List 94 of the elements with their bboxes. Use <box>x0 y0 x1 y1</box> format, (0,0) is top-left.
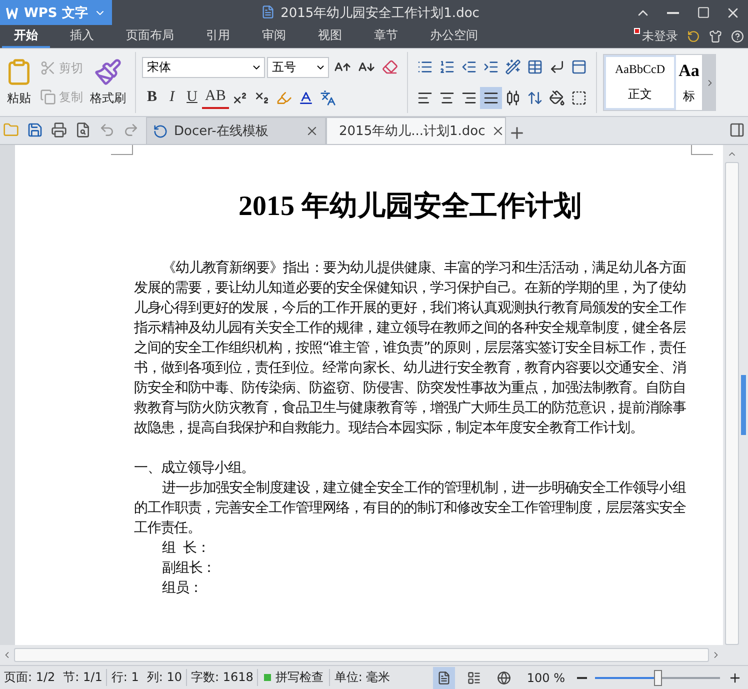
phonetic-guide-icon <box>320 90 336 106</box>
scissors-icon <box>40 60 56 76</box>
subscript-icon <box>254 90 270 106</box>
minimize-icon <box>667 12 679 14</box>
margin-corner-mark <box>691 145 713 155</box>
paintbrush-icon <box>94 58 122 86</box>
status-text: 字数: 1618 <box>186 669 258 686</box>
format-painter-button[interactable]: 格式刷 <box>87 58 129 107</box>
redo-icon <box>123 122 139 138</box>
font-family-select[interactable]: 宋体 <box>142 56 265 78</box>
tab-close-icon[interactable] <box>305 124 319 138</box>
status-text: 节: 1/1 <box>59 669 108 686</box>
align-justify-icon <box>483 90 499 106</box>
role-label: 组员： <box>161 579 204 598</box>
open-icon <box>3 122 19 138</box>
align-center-icon <box>439 90 455 106</box>
margin-corner-mark <box>111 145 133 155</box>
strike-button[interactable]: AB <box>202 86 229 109</box>
zoom-in-icon[interactable] <box>728 670 742 684</box>
style-sample: AaBbCcD <box>615 62 665 77</box>
role-label: 副组长： <box>161 559 217 578</box>
maximize-icon <box>696 6 710 19</box>
bullet-list-icon <box>417 59 433 76</box>
skin-icon <box>708 30 722 42</box>
shading-icon <box>549 90 565 106</box>
show-layout-icon <box>571 59 587 76</box>
login-button[interactable]: 未登录 <box>634 25 682 48</box>
section-heading: 一、成立领导小组。 <box>134 459 256 478</box>
page-view-icon <box>436 670 451 684</box>
unit-text: 单位: 毫米 <box>333 669 392 686</box>
status-text: 页面: 1/2 <box>3 669 56 686</box>
outline-view-icon <box>466 670 481 684</box>
style-label: 标 <box>683 88 695 104</box>
copy-icon <box>40 89 56 105</box>
print-icon <box>51 122 67 138</box>
paste-button[interactable]: 粘贴 <box>2 58 36 107</box>
menu-tab[interactable]: 办公空间 <box>418 25 490 48</box>
document-tab[interactable]: 2015年幼儿...计划1.doc <box>326 117 506 144</box>
increase-indent-icon <box>483 59 499 76</box>
text-effect-icon <box>505 59 521 76</box>
status-indicator-icon <box>264 674 272 681</box>
status-text: 列: 10 <box>142 669 187 686</box>
line-spacing-icon <box>527 90 543 106</box>
bold-button[interactable]: B <box>142 86 162 109</box>
menu-tab[interactable]: 视图 <box>306 25 354 48</box>
page-view-button[interactable] <box>432 666 455 688</box>
decrease-indent-icon <box>461 59 477 76</box>
style-label: 正文 <box>628 86 652 104</box>
align-left-icon <box>417 90 433 106</box>
menu-tab[interactable]: 插入 <box>58 25 106 48</box>
sync-icon <box>686 30 700 42</box>
highlighter-icon <box>276 90 292 106</box>
borders-icon <box>571 90 587 106</box>
print-preview-icon <box>75 122 91 138</box>
help-icon <box>730 30 744 42</box>
paragraph-mark-icon <box>549 59 565 76</box>
font-color-icon <box>298 90 314 106</box>
style-item[interactable]: AaBbCcD 正文 <box>604 55 676 110</box>
new-tab-icon <box>508 124 526 142</box>
align-distribute-icon <box>505 90 521 106</box>
style-sample: Aa <box>678 60 700 80</box>
menu-tab[interactable]: 审阅 <box>250 25 298 48</box>
menu-tab[interactable]: 页面布局 <box>114 25 186 48</box>
status-text: 行: 1 <box>110 669 140 686</box>
docer-logo-icon <box>153 124 168 138</box>
italic-button[interactable]: I <box>162 86 182 109</box>
font-size-select[interactable]: 五号 <box>267 56 329 78</box>
save-icon <box>27 122 43 138</box>
document-tab[interactable]: Docer-在线模板 <box>146 117 326 144</box>
align-right-icon <box>461 90 477 106</box>
spell-check-button[interactable]: 拼写检查 <box>258 669 330 686</box>
zoom-thumb[interactable] <box>654 670 662 686</box>
menu-tab[interactable]: 引用 <box>194 25 242 48</box>
body-paragraph: 《幼儿教育新纲要》指出：要为幼儿提供健康、丰富的学习和生活活动，满足幼儿各方面发展的需要，要让幼儿知道必要的安全保健知识，学习保护自己。在新的学期的里，为了使幼儿身心得到更好的发展，今后的工作开展的更好，我们将认真观测执行教育局颁发的安全工作指示精神及幼儿园有关安全工作的规律，建立领导在教师之间的各种安全规章制度，健全各层之间的安全工作组织机构，按照“谁主管，谁负责”的原则，层层落实签订安全目标工作，责任书，做到各项到位，责任到位。经常向家长、幼儿进行安全教育，教育内容要以交通安全、消防安全和防中毒、防传染病、防盗窃、防侵害、防突发性事故为重点，加强法制教育。自防自救教育与防火防灾教育，食品卫生与健康教育等，增强广大师生员工的防范意识，提前消除事故隐患，提高自我保护和自救能力。现结合本园实际，制定本年度安全教育工作计划。 <box>134 259 686 438</box>
document-title: 2015 年幼儿园安全工作计划 <box>238 190 582 224</box>
superscript-icon <box>232 90 248 106</box>
numbered-list-icon <box>439 59 455 76</box>
vertical-scroll-thumb[interactable] <box>725 162 739 645</box>
table-icon <box>527 59 543 76</box>
align-justify-button[interactable] <box>480 86 502 109</box>
body-paragraph: 进一步加强安全制度建设，建立健全安全工作的管理机制，进一步明确安全工作领导小组的工作职责，完善安全工作管理网络，有目的的制订和修改安全工作管理制度，层层落实安全工作责任。 <box>134 479 686 538</box>
window-title: 2015年幼儿园安全工作计划1.doc <box>112 4 628 22</box>
side-panel-handle[interactable] <box>741 375 746 435</box>
tab-list-icon <box>729 122 745 138</box>
zoom-reading: 100 % <box>526 670 566 684</box>
undo-icon <box>99 122 115 138</box>
horizontal-scroll-thumb[interactable] <box>14 648 709 662</box>
underline-button[interactable]: U <box>182 86 202 109</box>
w-logo-icon <box>6 6 18 18</box>
menu-tab[interactable]: 章节 <box>362 25 410 48</box>
document-icon <box>260 4 275 18</box>
clear-format-icon <box>382 59 398 76</box>
web-view-icon <box>496 670 511 684</box>
role-label: 组 长： <box>161 539 211 558</box>
